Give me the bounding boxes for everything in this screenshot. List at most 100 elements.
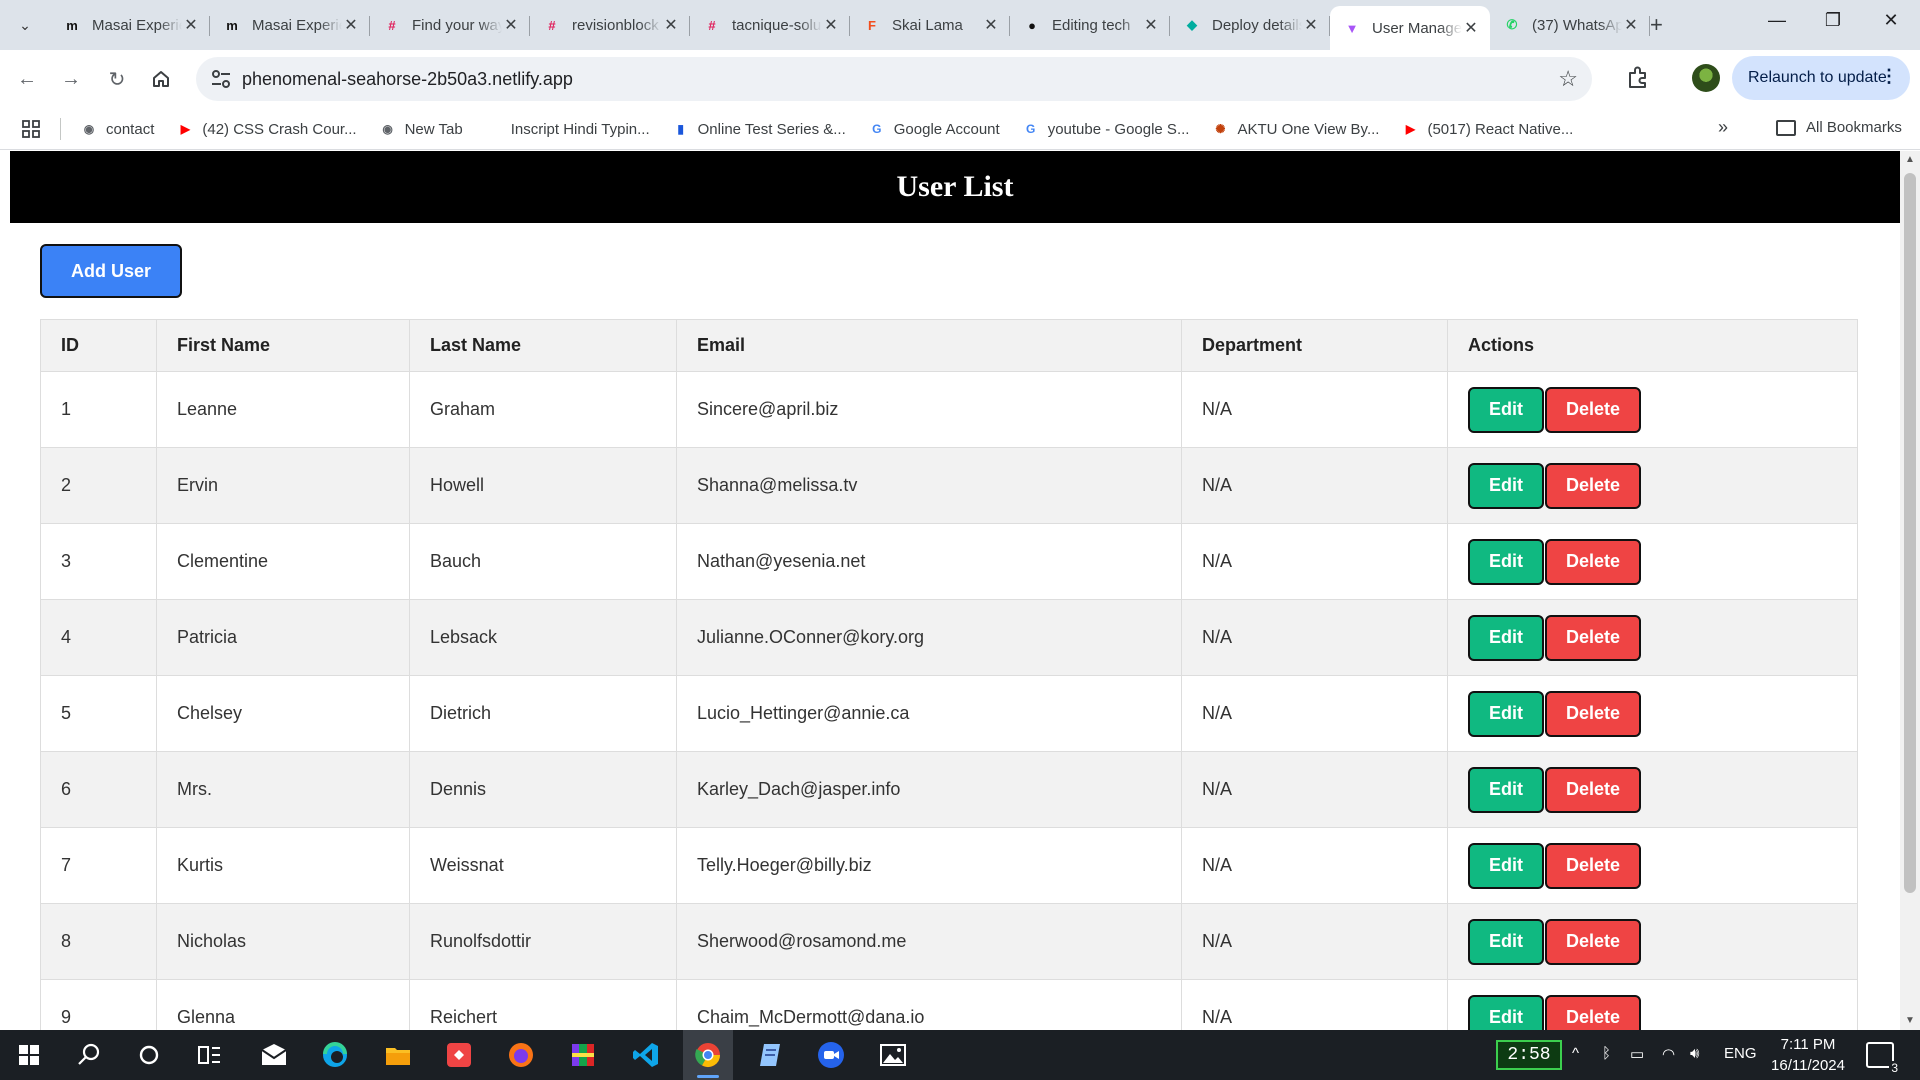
notification-center-icon[interactable]: 3 [1866,1042,1900,1075]
edge-icon[interactable] [320,1040,350,1070]
all-bookmarks-button[interactable]: All Bookmarks [1776,119,1902,136]
page-scrollbar[interactable]: ▲ ▼ [1900,151,1920,1030]
browser-tab[interactable]: # revisionblock ✕ [530,6,690,44]
tab-close-icon[interactable]: ✕ [502,15,520,35]
edit-button[interactable]: Edit [1468,994,1544,1030]
bookmark-item[interactable]: Inscript Hindi Typin... [485,120,650,138]
vscode-icon[interactable] [631,1040,661,1070]
delete-button[interactable]: Delete [1545,918,1641,965]
delete-button[interactable]: Delete [1545,690,1641,737]
more-bookmarks-icon[interactable]: » [1718,117,1728,138]
bookmark-item[interactable]: ▶ (5017) React Native... [1401,120,1574,138]
table-row: 1 Leanne Graham Sincere@april.biz N/A Edit Del… [40,371,1858,448]
zoom-icon[interactable] [816,1040,846,1070]
search-icon[interactable] [74,1040,104,1070]
tab-close-icon[interactable]: ✕ [662,15,680,35]
delete-button[interactable]: Delete [1545,994,1641,1030]
tab-close-icon[interactable]: ✕ [342,15,360,35]
tab-search-button[interactable]: ⌄ [10,10,40,40]
browser-tab[interactable]: ▼ User Management✕ [1330,6,1490,50]
mail-icon[interactable] [259,1040,289,1070]
tab-close-icon[interactable]: ✕ [1142,15,1160,35]
relaunch-to-update-button[interactable]: Relaunch to update ⋮ [1732,56,1910,100]
browser-tab[interactable]: ● Editing tech ✕ [1010,6,1170,44]
url-text[interactable]: phenomenal-seahorse-2b50a3.netlify.app [242,69,573,90]
bookmark-item[interactable]: G Google Account [868,120,1000,138]
show-hidden-icons-chevron-icon[interactable]: ^ [1572,1045,1579,1062]
add-user-button[interactable]: Add User [40,244,182,298]
edit-button[interactable]: Edit [1468,614,1544,661]
edit-button[interactable]: Edit [1468,462,1544,509]
tab-title: tacnique-solutions [732,16,822,34]
edit-button[interactable]: Edit [1468,386,1544,433]
notepad-icon[interactable] [754,1040,784,1070]
bookmark-star-icon[interactable]: ☆ [1558,66,1578,92]
delete-button[interactable]: Delete [1545,614,1641,661]
browser-tab[interactable]: # tacnique-solutions✕ [690,6,850,44]
edit-button[interactable]: Edit [1468,842,1544,889]
delete-button[interactable]: Delete [1545,462,1641,509]
bookmark-item[interactable]: ◉ New Tab [379,120,462,138]
edit-button[interactable]: Edit [1468,918,1544,965]
delete-button[interactable]: Delete [1545,766,1641,813]
scrollbar-thumb[interactable] [1904,173,1916,893]
profile-avatar[interactable] [1692,64,1720,92]
delete-button[interactable]: Delete [1545,538,1641,585]
file-explorer-icon[interactable] [383,1040,413,1070]
firefox-icon[interactable] [506,1040,536,1070]
photos-icon[interactable] [878,1040,908,1070]
delete-button[interactable]: Delete [1545,386,1641,433]
home-button[interactable] [146,64,176,94]
bookmark-item[interactable]: ▶ (42) CSS Crash Cour... [176,120,357,138]
edit-button[interactable]: Edit [1468,766,1544,813]
delete-button[interactable]: Delete [1545,842,1641,889]
bluetooth-icon[interactable]: ᛒ [1602,1045,1611,1062]
close-window-button[interactable]: ✕ [1876,10,1906,31]
browser-tab[interactable]: m Masai Experience✕ [50,6,210,44]
bookmarks-bar: ◉ contact ▶ (42) CSS Crash Cour... ◉ New Tab I… [0,108,1920,150]
tab-close-icon[interactable]: ✕ [1462,18,1480,38]
scroll-down-icon[interactable]: ▼ [1900,1012,1920,1030]
forward-button[interactable]: → [56,64,86,94]
tab-close-icon[interactable]: ✕ [1302,15,1320,35]
site-settings-icon[interactable] [210,69,232,89]
bookmark-item[interactable]: ◉ contact [80,120,155,138]
edit-button[interactable]: Edit [1468,538,1544,585]
browser-tab[interactable]: ◆ Deploy details ✕ [1170,6,1330,44]
bookmark-item[interactable]: ▮ Online Test Series &... [672,120,845,138]
winrar-icon[interactable] [568,1040,598,1070]
cortana-icon[interactable] [134,1040,164,1070]
windows-taskbar: 2:58 ^ ᛒ ▭ ◠ 🔊︎ ENG 7:11 PM 16/11/2024 3 [0,1030,1920,1080]
back-button[interactable]: ← [12,64,42,94]
wifi-icon[interactable]: ◠ [1662,1045,1675,1063]
battery-icon[interactable]: ▭ [1630,1045,1644,1063]
address-bar[interactable]: phenomenal-seahorse-2b50a3.netlify.app ☆ [196,57,1592,101]
tab-close-icon[interactable]: ✕ [182,15,200,35]
language-indicator[interactable]: ENG [1724,1045,1757,1062]
browser-tab[interactable]: ✆ (37) WhatsApp✕ [1490,6,1650,44]
more-menu-icon[interactable]: ⋮ [1880,66,1898,87]
chrome-icon[interactable] [693,1040,723,1070]
browser-tab[interactable]: m Masai Experience✕ [210,6,370,44]
windows-start-icon[interactable] [14,1040,44,1070]
restore-button[interactable]: ❐ [1818,10,1848,31]
volume-icon[interactable]: 🔊︎ [1690,1045,1699,1062]
tab-close-icon[interactable]: ✕ [822,15,840,35]
browser-tab[interactable]: F Skai Lama ✕ [850,6,1010,44]
clock[interactable]: 7:11 PM 16/11/2024 [1768,1034,1848,1076]
browser-tab[interactable]: # Find your way ✕ [370,6,530,44]
tab-close-icon[interactable]: ✕ [982,15,1000,35]
extensions-icon[interactable] [1625,65,1651,91]
tab-close-icon[interactable]: ✕ [1622,15,1640,35]
timer-widget[interactable]: 2:58 [1496,1040,1562,1070]
task-view-icon[interactable] [194,1040,224,1070]
edit-button[interactable]: Edit [1468,690,1544,737]
reload-button[interactable]: ↻ [102,64,132,94]
apps-grid-icon[interactable] [22,120,40,138]
bookmark-item[interactable]: Gyoutube - Google S... [1022,120,1189,138]
minimize-button[interactable]: — [1762,10,1792,31]
new-tab-button[interactable]: + [1650,12,1663,38]
scroll-up-icon[interactable]: ▲ [1900,151,1920,169]
anydesk-icon[interactable] [444,1040,474,1070]
bookmark-item[interactable]: ✺ AKTU One View By... [1211,120,1379,138]
